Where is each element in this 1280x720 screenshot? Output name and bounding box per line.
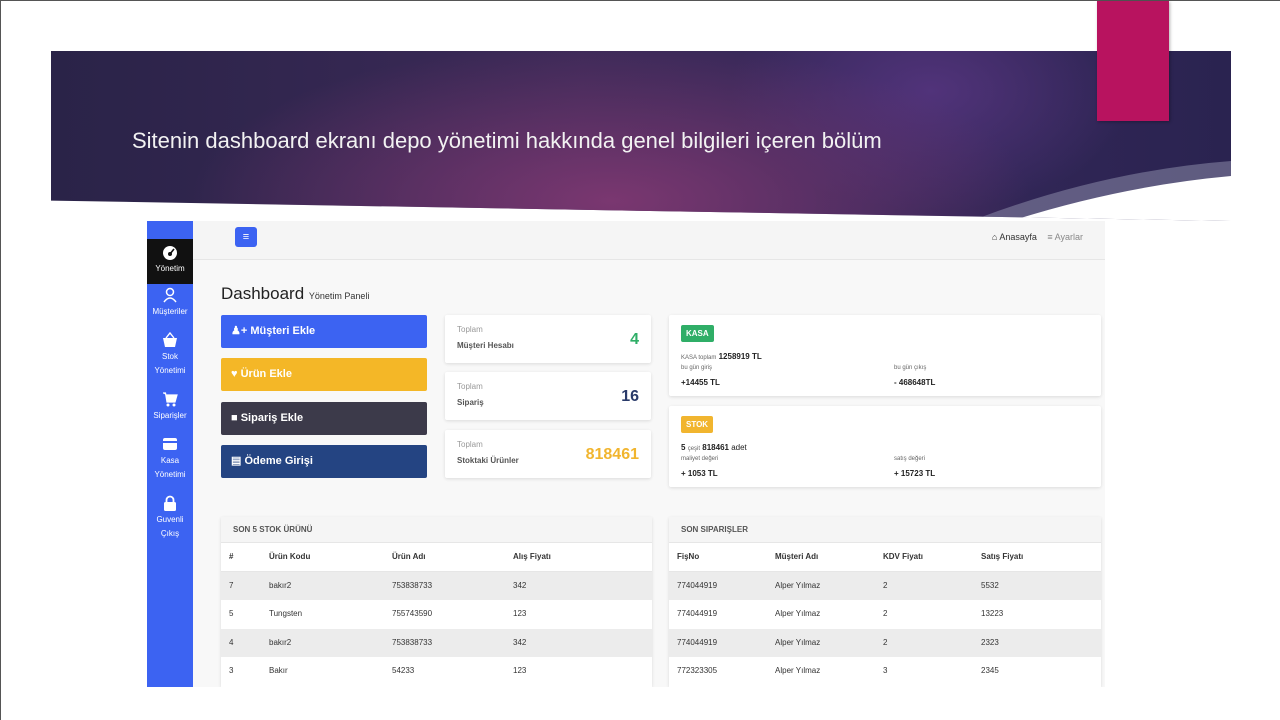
payment-entry-button[interactable]: ▤ Ödeme Girişi [221,445,427,478]
sidebar-item-label: Yönetimi [154,470,186,479]
add-product-button[interactable]: ♥ Ürün Ekle [221,358,427,391]
dashboard-screenshot: Yönetim Müşteriler Stok Yönetimi Sipariş… [147,221,1105,687]
user-icon [163,287,177,303]
page-subtitle: Yönetim Paneli [308,291,370,301]
stok-panel: STOK 5 çeşit 818461 adet maliyet değeri … [669,406,1101,487]
sidebar-item-musteriler[interactable]: Müşteriler [147,287,193,319]
stat-value: 16 [621,388,639,405]
table-row[interactable]: 4 bakır2 753838733 342 [221,628,652,657]
table-row[interactable]: 7 bakır2 753838733 342 [221,571,652,600]
dashboard-icon [163,246,177,260]
sidebar-item-guvenli-cikis[interactable]: Guvenli Çıkış [147,495,193,541]
table-row[interactable]: 774044919 Alper Yılmaz 2 5532 [669,571,1101,600]
orders-table-title: SON SIPARIŞLER [669,517,1101,543]
stock-table: SON 5 STOK ÜRÜNÜ # Ürün Kodu Ürün Adı Al… [221,517,652,687]
kasa-in-value: +14455 TL [681,378,720,387]
sidebar-item-stok-yonetimi[interactable]: Stok Yönetimi [147,332,193,378]
lock-icon [164,495,176,511]
stock-table-header: # Ürün Kodu Ürün Adı Alış Fiyatı [221,543,652,572]
user-plus-icon: ♟+ [231,325,248,337]
kasa-badge: KASA [681,325,714,342]
sidebar-item-label: Müşteriler [152,307,188,316]
orders-table: SON SIPARIŞLER FişNo Müşteri Adı KDV Fiy… [669,517,1101,687]
table-row[interactable]: 774044919 Alper Yılmaz 2 13223 [669,600,1101,629]
sidebar-item-label: Siparişler [153,411,187,420]
sidebar-item-label: Guvenli [156,515,184,524]
stat-card-stock: Toplam Stoktaki Ürünler 818461 [445,430,651,478]
stok-cost-value: + 1053 TL [681,469,718,478]
stat-card-customers: Toplam Müşteri Hesabı 4 [445,315,651,363]
table-row[interactable]: 3 Bakır 54233 123 [221,657,652,686]
stat-value: 818461 [585,446,639,463]
slide-title: Sitenin dashboard ekranı depo yönetimi h… [132,128,882,153]
kasa-out-value: - 468648TL [894,378,936,387]
table-row[interactable]: 772323305 Alper Yılmaz 3 2345 [669,657,1101,686]
orders-table-header: FişNo Müşteri Adı KDV Fiyatı Satış Fiyat… [669,543,1101,572]
stat-card-orders: Toplam Sipariş 16 [445,372,651,420]
stok-summary: 5 çeşit 818461 adet [681,443,747,452]
sidebar: Yönetim Müşteriler Stok Yönetimi Sipariş… [147,221,193,687]
sidebar-item-kasa-yonetimi[interactable]: Kasa Yönetimi [147,436,193,482]
page-title: Dashboard Yönetim Paneli [221,284,370,303]
add-customer-button[interactable]: ♟+ Müşteri Ekle [221,315,427,348]
kasa-panel: KASA KASA toplam 1258919 TL bu gün giriş… [669,315,1101,396]
basket-icon: ♥ [231,368,238,380]
basket-icon [163,332,177,347]
cart-icon: ■ [231,412,238,424]
stok-badge: STOK [681,416,714,433]
sidebar-item-siparisler[interactable]: Siparişler [147,391,193,423]
sidebar-item-yonetim[interactable]: Yönetim [147,239,193,284]
accent-tab [1097,1,1169,121]
sliders-icon: ≡ [1047,232,1053,242]
stok-sale-value: + 15723 TL [894,469,936,478]
presentation-slide: Sitenin dashboard ekranı depo yönetimi h… [0,0,1280,720]
top-nav-links: ⌂ Anasayfa ≡ Ayarlar [984,232,1083,242]
stat-value: 4 [630,331,639,348]
kasa-total: KASA toplam 1258919 TL [681,352,762,361]
sidebar-item-label: Stok [161,352,178,361]
sidebar-item-label: Yönetimi [154,366,186,375]
credit-card-icon [163,438,177,450]
nav-home-link[interactable]: ⌂ Anasayfa [992,232,1037,242]
home-icon: ⌂ [991,232,998,242]
sidebar-item-label: Kasa [160,456,180,465]
cart-icon [163,392,178,407]
stock-table-title: SON 5 STOK ÜRÜNÜ [221,517,652,543]
top-navbar: ≡ ⌂ Anasayfa ≡ Ayarlar [193,221,1105,260]
add-order-button[interactable]: ■ Sipariş Ekle [221,402,427,435]
sidebar-item-label: Çıkış [160,529,180,538]
table-row[interactable]: 5 Tungsten 755743590 123 [221,600,652,629]
table-row[interactable]: 774044919 Alper Yılmaz 2 2323 [669,628,1101,657]
nav-settings-link[interactable]: ≡ Ayarlar [1047,232,1083,242]
sidebar-item-label: Yönetim [155,264,185,273]
credit-card-icon: ▤ [231,455,242,467]
banner-wave-decoration [971,161,1231,221]
menu-toggle-button[interactable]: ≡ [235,227,257,247]
